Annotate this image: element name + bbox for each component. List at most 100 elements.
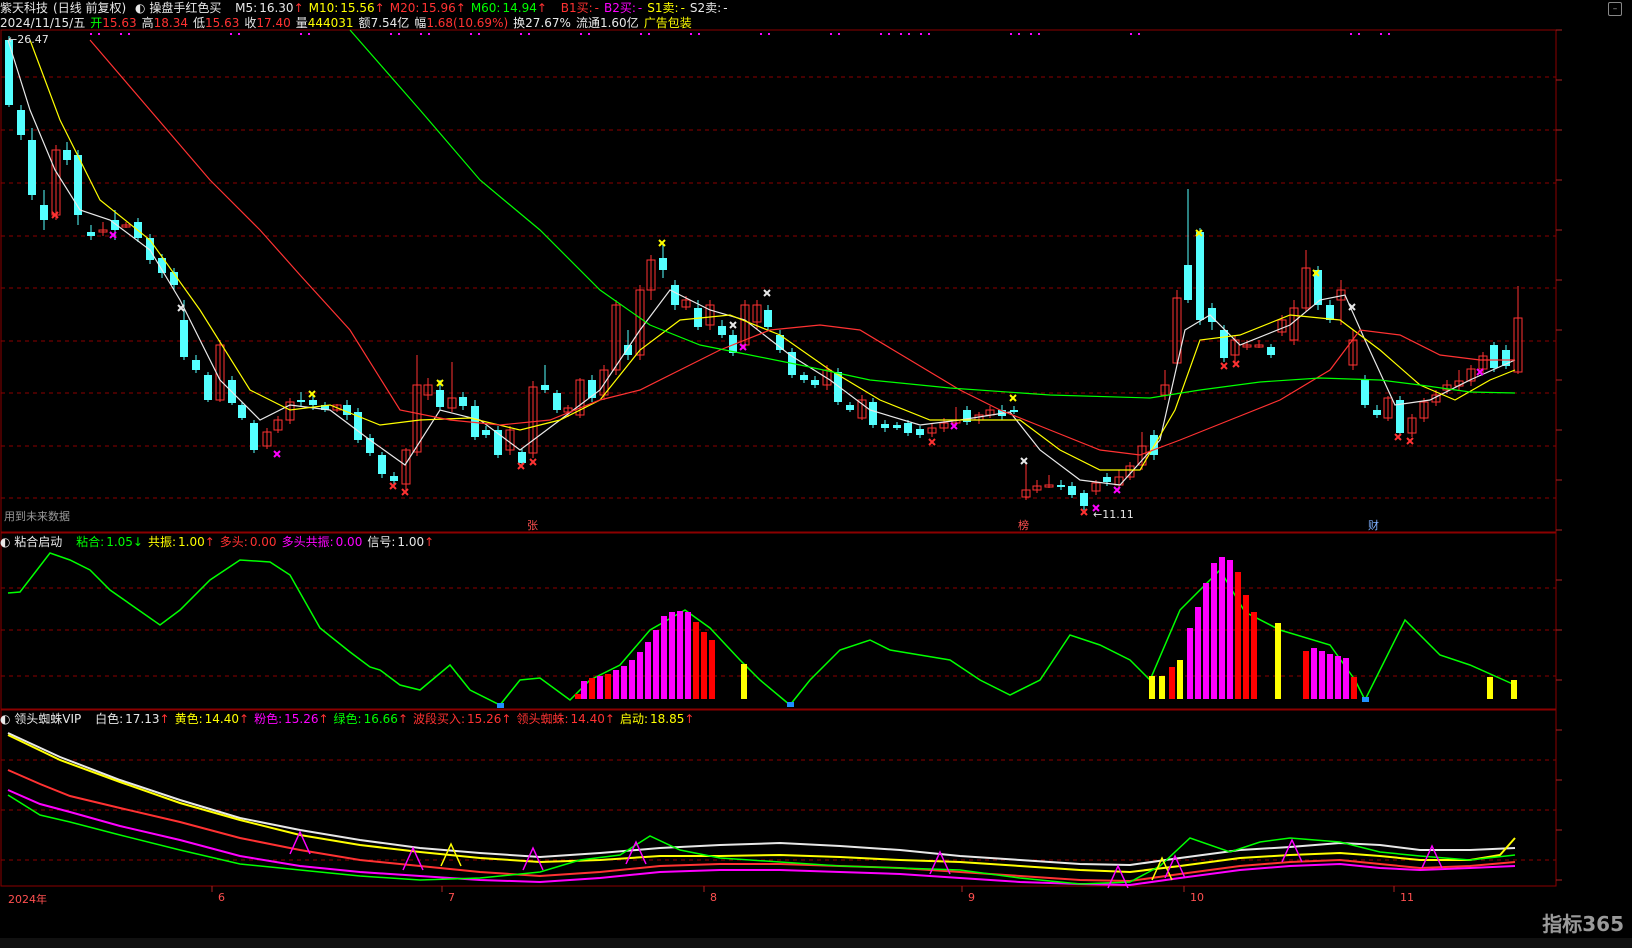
candle-body <box>250 423 258 450</box>
dot-marker <box>1018 33 1020 35</box>
collapse-icon[interactable]: – <box>1608 2 1622 16</box>
ma10-line <box>29 39 1516 471</box>
panel2-item: 信号: 1.00↑ <box>367 535 434 549</box>
candle-body <box>1267 347 1275 355</box>
trend-arrow-icon: ↑ <box>604 712 615 726</box>
dot-marker <box>230 33 232 35</box>
dot-marker <box>690 33 692 35</box>
panel3-value: 15.26 <box>284 712 319 726</box>
candle-body <box>459 397 467 406</box>
ma-value: 15.96 <box>421 1 456 15</box>
signal-value: - <box>594 1 599 15</box>
candle-body <box>1010 410 1018 412</box>
dot-marker <box>908 33 910 35</box>
logo: 指标365 <box>1542 912 1624 936</box>
stock-name[interactable]: 紫天科技 <box>0 1 48 15</box>
quote-close: 17.40 <box>256 16 291 30</box>
panel2-values: 粘合: 1.05↓ 共振: 1.00↑ 多头: 0.00 多头共振: 0.00 信号: 1.00↑ <box>76 535 439 549</box>
panel3-item: 波段买入: 15.26↑ <box>413 712 511 726</box>
badge-cai[interactable]: 财 <box>1368 520 1379 532</box>
indicator-tab-bar[interactable] <box>0 938 1632 948</box>
candle-body <box>63 150 71 160</box>
panel2-value: 0.00 <box>249 535 277 549</box>
panel3-title[interactable]: ◐ 领头蜘蛛VIP <box>0 712 86 726</box>
panel3-item: 启动: 18.85↑ <box>620 712 694 726</box>
candle-body <box>671 285 679 305</box>
quote-float: 1.60亿 <box>599 16 639 30</box>
cross-marker-icon <box>928 438 936 446</box>
x-axis-label: 6 <box>218 891 225 904</box>
dot-marker <box>920 33 922 35</box>
cross-marker-icon <box>763 289 771 297</box>
quote-low: 15.63 <box>204 16 240 30</box>
cross-marker-icon <box>389 482 397 490</box>
ma5-line <box>7 39 1516 486</box>
ma-item: M10: 15.56↑ <box>309 1 385 15</box>
panel3-value: 14.40 <box>570 712 605 726</box>
x-axis-label: 11 <box>1400 891 1414 904</box>
price-panel-frame <box>0 29 1557 533</box>
cross-marker-icon <box>1476 368 1484 376</box>
dot-marker <box>238 33 240 35</box>
quote-change: 1.68(10.69%) <box>426 16 509 30</box>
panel3-label: 绿色: <box>333 712 362 726</box>
cross-marker-icon <box>177 304 185 312</box>
quote-open: 15.63 <box>102 16 137 30</box>
trend-arrow-icon: ↑ <box>455 1 466 15</box>
candle-body <box>718 326 726 335</box>
panel3-label: 白色: <box>95 712 124 726</box>
cross-marker-icon <box>1232 360 1240 368</box>
panel2-item: 多头: 0.00 <box>220 535 277 549</box>
dot-marker <box>1130 33 1132 35</box>
dot-marker <box>120 33 122 35</box>
trend-arrow-icon: ↑ <box>684 712 695 726</box>
cross-marker-icon <box>308 390 316 398</box>
indicator-label[interactable]: ◐ 操盘手红色买 <box>135 1 226 15</box>
panel2-value: 1.05 <box>106 535 133 549</box>
trend-arrow-icon: ↑ <box>239 712 250 726</box>
panel2-title[interactable]: ◐ 粘合启动 <box>0 535 67 549</box>
indicator-name: 操盘手红色买 <box>149 1 222 15</box>
x-axis-label: 8 <box>710 891 717 904</box>
candle-body <box>309 400 317 405</box>
cross-marker-icon <box>1394 433 1402 441</box>
candle-body <box>1373 410 1381 415</box>
candle-body <box>40 205 48 220</box>
ad-label[interactable]: 广告包装 <box>644 16 692 30</box>
dot-marker <box>838 33 840 35</box>
panel2-bar <box>1275 623 1281 699</box>
panel2-bar <box>1169 667 1175 699</box>
ma-label: M5: <box>235 1 258 15</box>
panel2-bar <box>1149 676 1155 699</box>
dot-marker <box>470 33 472 35</box>
dot-marker <box>1138 33 1140 35</box>
panel2-bar <box>685 612 691 699</box>
high-marker: ←26.47 <box>8 33 49 46</box>
ma-value: 14.94 <box>502 1 537 15</box>
candle-body <box>1490 345 1498 368</box>
panel2-label: 信号: <box>367 535 396 549</box>
quote-bar: 2024/11/15/五 开15.63 高18.34 低15.63 收17.40 量444… <box>0 16 692 30</box>
candle-body <box>146 238 154 260</box>
panel3-value: 17.13 <box>125 712 160 726</box>
dot-marker <box>830 33 832 35</box>
cross-marker-icon <box>401 488 409 496</box>
badge-zhang[interactable]: 张 <box>527 520 538 532</box>
signal-label: B2买: <box>604 1 636 15</box>
candle-body <box>518 452 526 463</box>
candle-body <box>5 40 13 105</box>
quote-high: 18.34 <box>153 16 188 30</box>
badge-bang[interactable]: 榜 <box>1018 520 1029 532</box>
panel3-value: 18.85 <box>649 712 685 726</box>
high-marker-value: 26.47 <box>17 33 49 46</box>
dot-marker <box>98 33 100 35</box>
panel2-bar <box>693 622 699 699</box>
period-label[interactable]: (日线 前复权) <box>53 1 126 15</box>
panel2-label: 粘合: <box>76 535 105 549</box>
candle-body <box>904 423 912 433</box>
chart-canvas[interactable] <box>0 0 1632 948</box>
x-axis-label: 10 <box>1190 891 1204 904</box>
signal-item: B1买: - <box>561 1 599 15</box>
panel2-bar <box>1177 660 1183 699</box>
panel2-signal-line <box>7 552 1516 707</box>
